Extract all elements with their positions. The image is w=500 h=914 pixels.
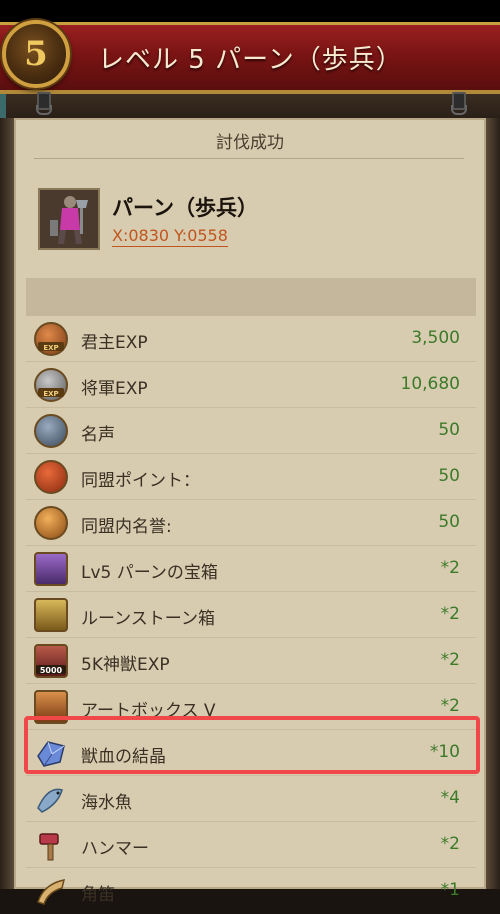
reward-row: 角笛 *1 — [26, 868, 476, 914]
reward-value: 50 — [438, 512, 460, 532]
reward-value: 50 — [438, 420, 460, 440]
reward-value: 3,500 — [411, 328, 460, 348]
pawn-soldier-icon — [40, 190, 98, 248]
banner-underbar — [0, 94, 500, 118]
lord-exp-badge: EXP — [43, 344, 58, 352]
rewards-header-bar — [26, 278, 476, 316]
reward-row: 同盟内名誉: 50 — [26, 500, 476, 546]
reward-label: 君主EXP — [81, 333, 148, 353]
reward-label: 5K神獣EXP — [81, 655, 170, 675]
reward-row: 5000 5K神獣EXP *2 — [26, 638, 476, 684]
reward-value: *2 — [440, 696, 460, 716]
reward-row: 名声 50 — [26, 408, 476, 454]
reward-value: *4 — [440, 788, 460, 808]
reward-label: Lv5 パーンの宝箱 — [81, 563, 218, 583]
battle-report-panel: 討伐成功 パーン（歩兵） X:0830 Y:0558 EXP 君主EXP 3,5… — [14, 118, 486, 905]
reward-row: EXP 将軍EXP 10,680 — [26, 362, 476, 408]
reward-value: *2 — [440, 558, 460, 578]
reward-value: *2 — [440, 834, 460, 854]
reward-label: 同盟ポイント： — [81, 471, 200, 491]
reward-label: 角笛 — [81, 885, 115, 905]
beast-exp-badge: 5000 — [40, 666, 63, 675]
reward-row: EXP 君主EXP 3,500 — [26, 316, 476, 362]
left-frame — [0, 118, 14, 889]
reward-label: 将軍EXP — [81, 379, 148, 399]
fish-icon — [34, 782, 68, 816]
panel-title: 討伐成功 — [216, 133, 284, 153]
target-coordinates-link[interactable]: X:0830 Y:0558 — [112, 226, 228, 247]
reward-value: 10,680 — [400, 374, 460, 394]
general-exp-badge: EXP — [43, 390, 58, 398]
runestone-box-icon — [34, 598, 68, 632]
alliance-points-icon — [34, 460, 68, 494]
right-frame — [486, 118, 500, 889]
reward-label: 海水魚 — [81, 793, 132, 813]
horn-icon — [34, 874, 68, 908]
target-name: パーン（歩兵） — [112, 196, 258, 220]
title-banner: レベル 5 パーン（歩兵） — [0, 22, 500, 94]
page-title: レベル 5 パーン（歩兵） — [98, 45, 403, 75]
reward-value: 50 — [438, 466, 460, 486]
beast-exp-icon: 5000 — [34, 644, 68, 678]
left-hook-icon — [33, 92, 52, 115]
reward-label: ルーンストーン箱 — [81, 609, 215, 629]
hammer-icon — [34, 828, 68, 862]
highlight-box — [24, 716, 480, 774]
target-portrait — [38, 188, 100, 250]
reward-row: Lv5 パーンの宝箱 *2 — [26, 546, 476, 592]
reward-row: ハンマー *2 — [26, 822, 476, 868]
reward-row: 同盟ポイント： 50 — [26, 454, 476, 500]
alliance-honor-icon — [34, 506, 68, 540]
reward-row: 海水魚 *4 — [26, 776, 476, 822]
reward-value: *2 — [440, 604, 460, 624]
lord-exp-icon: EXP — [34, 322, 68, 356]
reward-value: *2 — [440, 650, 460, 670]
title-divider — [34, 158, 464, 159]
chest-icon — [34, 552, 68, 586]
reward-label: ハンマー — [81, 839, 149, 859]
status-bar — [0, 0, 500, 22]
level-badge: 5 — [2, 20, 70, 88]
reward-row: ルーンストーン箱 *2 — [26, 592, 476, 638]
right-hook-icon — [448, 92, 467, 115]
reward-value: *1 — [440, 880, 460, 900]
reward-label: 名声 — [81, 425, 115, 445]
general-exp-icon: EXP — [34, 368, 68, 402]
fame-icon — [34, 414, 68, 448]
reward-label: 同盟内名誉: — [81, 517, 172, 537]
